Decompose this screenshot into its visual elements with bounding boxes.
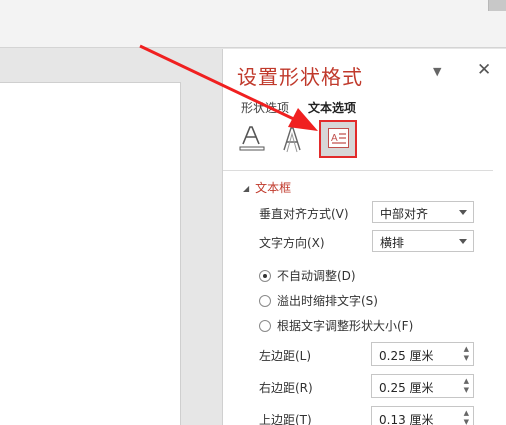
top-margin-label: 上边距(T) <box>259 413 312 425</box>
chevron-down-icon <box>459 210 467 215</box>
vertical-align-label: 垂直对齐方式(V) <box>259 207 349 221</box>
right-margin-input[interactable]: 0.25 厘米 ▲ ▼ <box>371 374 474 398</box>
radio-button[interactable] <box>259 320 271 332</box>
text-direction-label: 文字方向(X) <box>259 236 325 250</box>
radio-label: 不自动调整(D) <box>277 269 356 283</box>
left-margin-label: 左边距(L) <box>259 349 312 363</box>
radio-resize-shape[interactable]: 根据文字调整形状大小(F) <box>259 317 413 334</box>
section-textbox-header[interactable]: ◢ 文本框 <box>243 179 291 196</box>
vertical-align-value: 中部对齐 <box>380 207 429 221</box>
spin-up-down-icon[interactable]: ▲ ▼ <box>464 409 469 425</box>
left-margin-input[interactable]: 0.25 厘米 ▲ ▼ <box>371 342 474 366</box>
chevron-down-icon <box>459 239 467 244</box>
radio-label: 溢出时缩排文字(S) <box>277 294 378 308</box>
radio-button[interactable] <box>259 270 271 282</box>
document-area <box>0 49 222 425</box>
divider <box>223 170 493 171</box>
radio-shrink-on-overflow[interactable]: 溢出时缩排文字(S) <box>259 292 378 309</box>
section-title: 文本框 <box>255 181 292 195</box>
right-margin-value: 0.25 厘米 <box>379 381 434 395</box>
svg-text:A: A <box>331 133 338 144</box>
spin-up-down-icon[interactable]: ▲ ▼ <box>464 345 469 363</box>
scrollbar-thumb[interactable] <box>488 0 506 11</box>
top-margin-input[interactable]: 0.13 厘米 ▲ ▼ <box>371 406 474 425</box>
radio-label: 根据文字调整形状大小(F) <box>277 319 414 333</box>
format-shape-pane: 设置形状格式 ▼ ✕ 形状选项 文本选项 A ◢ 文本框 垂直对齐方式(V) 中部… <box>222 49 506 425</box>
right-margin-label: 右边距(R) <box>259 381 313 395</box>
pane-title: 设置形状格式 <box>237 65 363 89</box>
spin-up-down-icon[interactable]: ▲ ▼ <box>464 377 469 395</box>
text-fill-outline-icon[interactable] <box>235 122 269 156</box>
slide-canvas[interactable] <box>0 82 181 425</box>
collapse-triangle-icon: ◢ <box>243 184 250 193</box>
tab-text-options[interactable]: 文本选项 <box>308 99 356 116</box>
tab-shape-options[interactable]: 形状选项 <box>241 99 289 116</box>
top-margin-value: 0.13 厘米 <box>379 413 434 425</box>
radio-button[interactable] <box>259 295 271 307</box>
radio-no-autofit[interactable]: 不自动调整(D) <box>259 267 356 284</box>
close-icon[interactable]: ✕ <box>477 60 491 80</box>
textbox-icon[interactable]: A <box>319 120 357 158</box>
text-direction-value: 横排 <box>380 236 405 250</box>
left-margin-value: 0.25 厘米 <box>379 349 434 363</box>
vertical-align-select[interactable]: 中部对齐 <box>372 201 474 223</box>
text-direction-select[interactable]: 横排 <box>372 230 474 252</box>
pane-menu-icon[interactable]: ▼ <box>433 65 441 78</box>
text-effects-icon[interactable] <box>275 122 309 156</box>
ribbon-bar <box>0 0 506 48</box>
